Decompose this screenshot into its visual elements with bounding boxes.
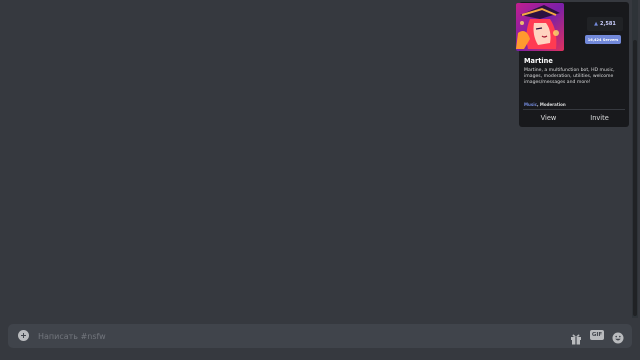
emoji-icon [612,332,624,344]
message-input[interactable] [38,328,558,344]
view-button[interactable]: View [523,111,574,125]
plus-icon-vertical [23,333,24,338]
bot-tags: Music, Moderation [524,102,566,107]
bot-description: Martine, a multifunction bot, HD music, … [524,68,615,86]
bot-name: Martine [524,57,553,65]
scrollbar-thumb[interactable] [633,40,637,316]
card-divider [523,109,625,110]
bot-avatar [516,3,564,51]
vote-count-text: 2,581 [600,21,616,27]
invite-button[interactable]: Invite [574,111,625,125]
tag-music[interactable]: Music [524,102,537,107]
server-count-badge: 16,424 Servers [585,35,621,44]
bot-avatar-image [516,3,564,51]
gif-button[interactable]: GIF [590,330,604,340]
gift-icon [571,334,581,345]
emoji-button[interactable] [612,329,624,344]
tag-moderation[interactable]: Moderation [540,102,566,107]
vote-count: ▲ 2,581 [587,17,623,31]
upvote-arrow-icon: ▲ [594,21,599,27]
gift-button[interactable] [570,330,582,345]
add-attachment-button[interactable] [18,330,29,341]
